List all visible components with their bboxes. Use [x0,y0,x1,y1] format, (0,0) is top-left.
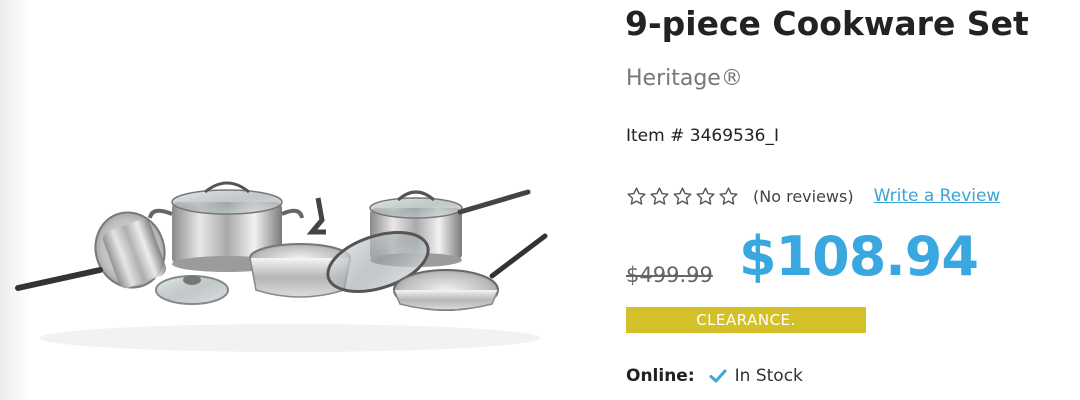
sale-price: $108.94 [739,225,979,288]
product-page: 9-piece Cookware Set Heritage® Item # 34… [0,0,1080,400]
cookware-set-image[interactable] [0,170,560,370]
star-empty-icon [719,186,738,205]
product-title: 9-piece Cookware Set [625,4,1029,43]
availability-label: Online: [626,366,695,386]
star-empty-icon [627,186,646,205]
availability-row: Online: In Stock [626,366,803,386]
star-empty-icon [650,186,669,205]
clearance-badge: CLEARANCE. [626,307,866,333]
small-lid [155,275,229,305]
star-empty-icon [696,186,715,205]
stock-status: In Stock [734,366,803,386]
review-count: (No reviews) [753,186,854,206]
star-rating[interactable] [626,186,739,207]
check-icon [709,369,727,383]
rating-row: (No reviews) Write a Review [626,182,1000,210]
write-review-link[interactable]: Write a Review [874,186,1001,206]
item-number: Item # 3469536_I [626,126,779,146]
brand-name[interactable]: Heritage® [626,66,743,91]
utensil-piece [306,197,326,235]
original-price: $499.99 [626,263,713,287]
star-empty-icon [673,186,692,205]
